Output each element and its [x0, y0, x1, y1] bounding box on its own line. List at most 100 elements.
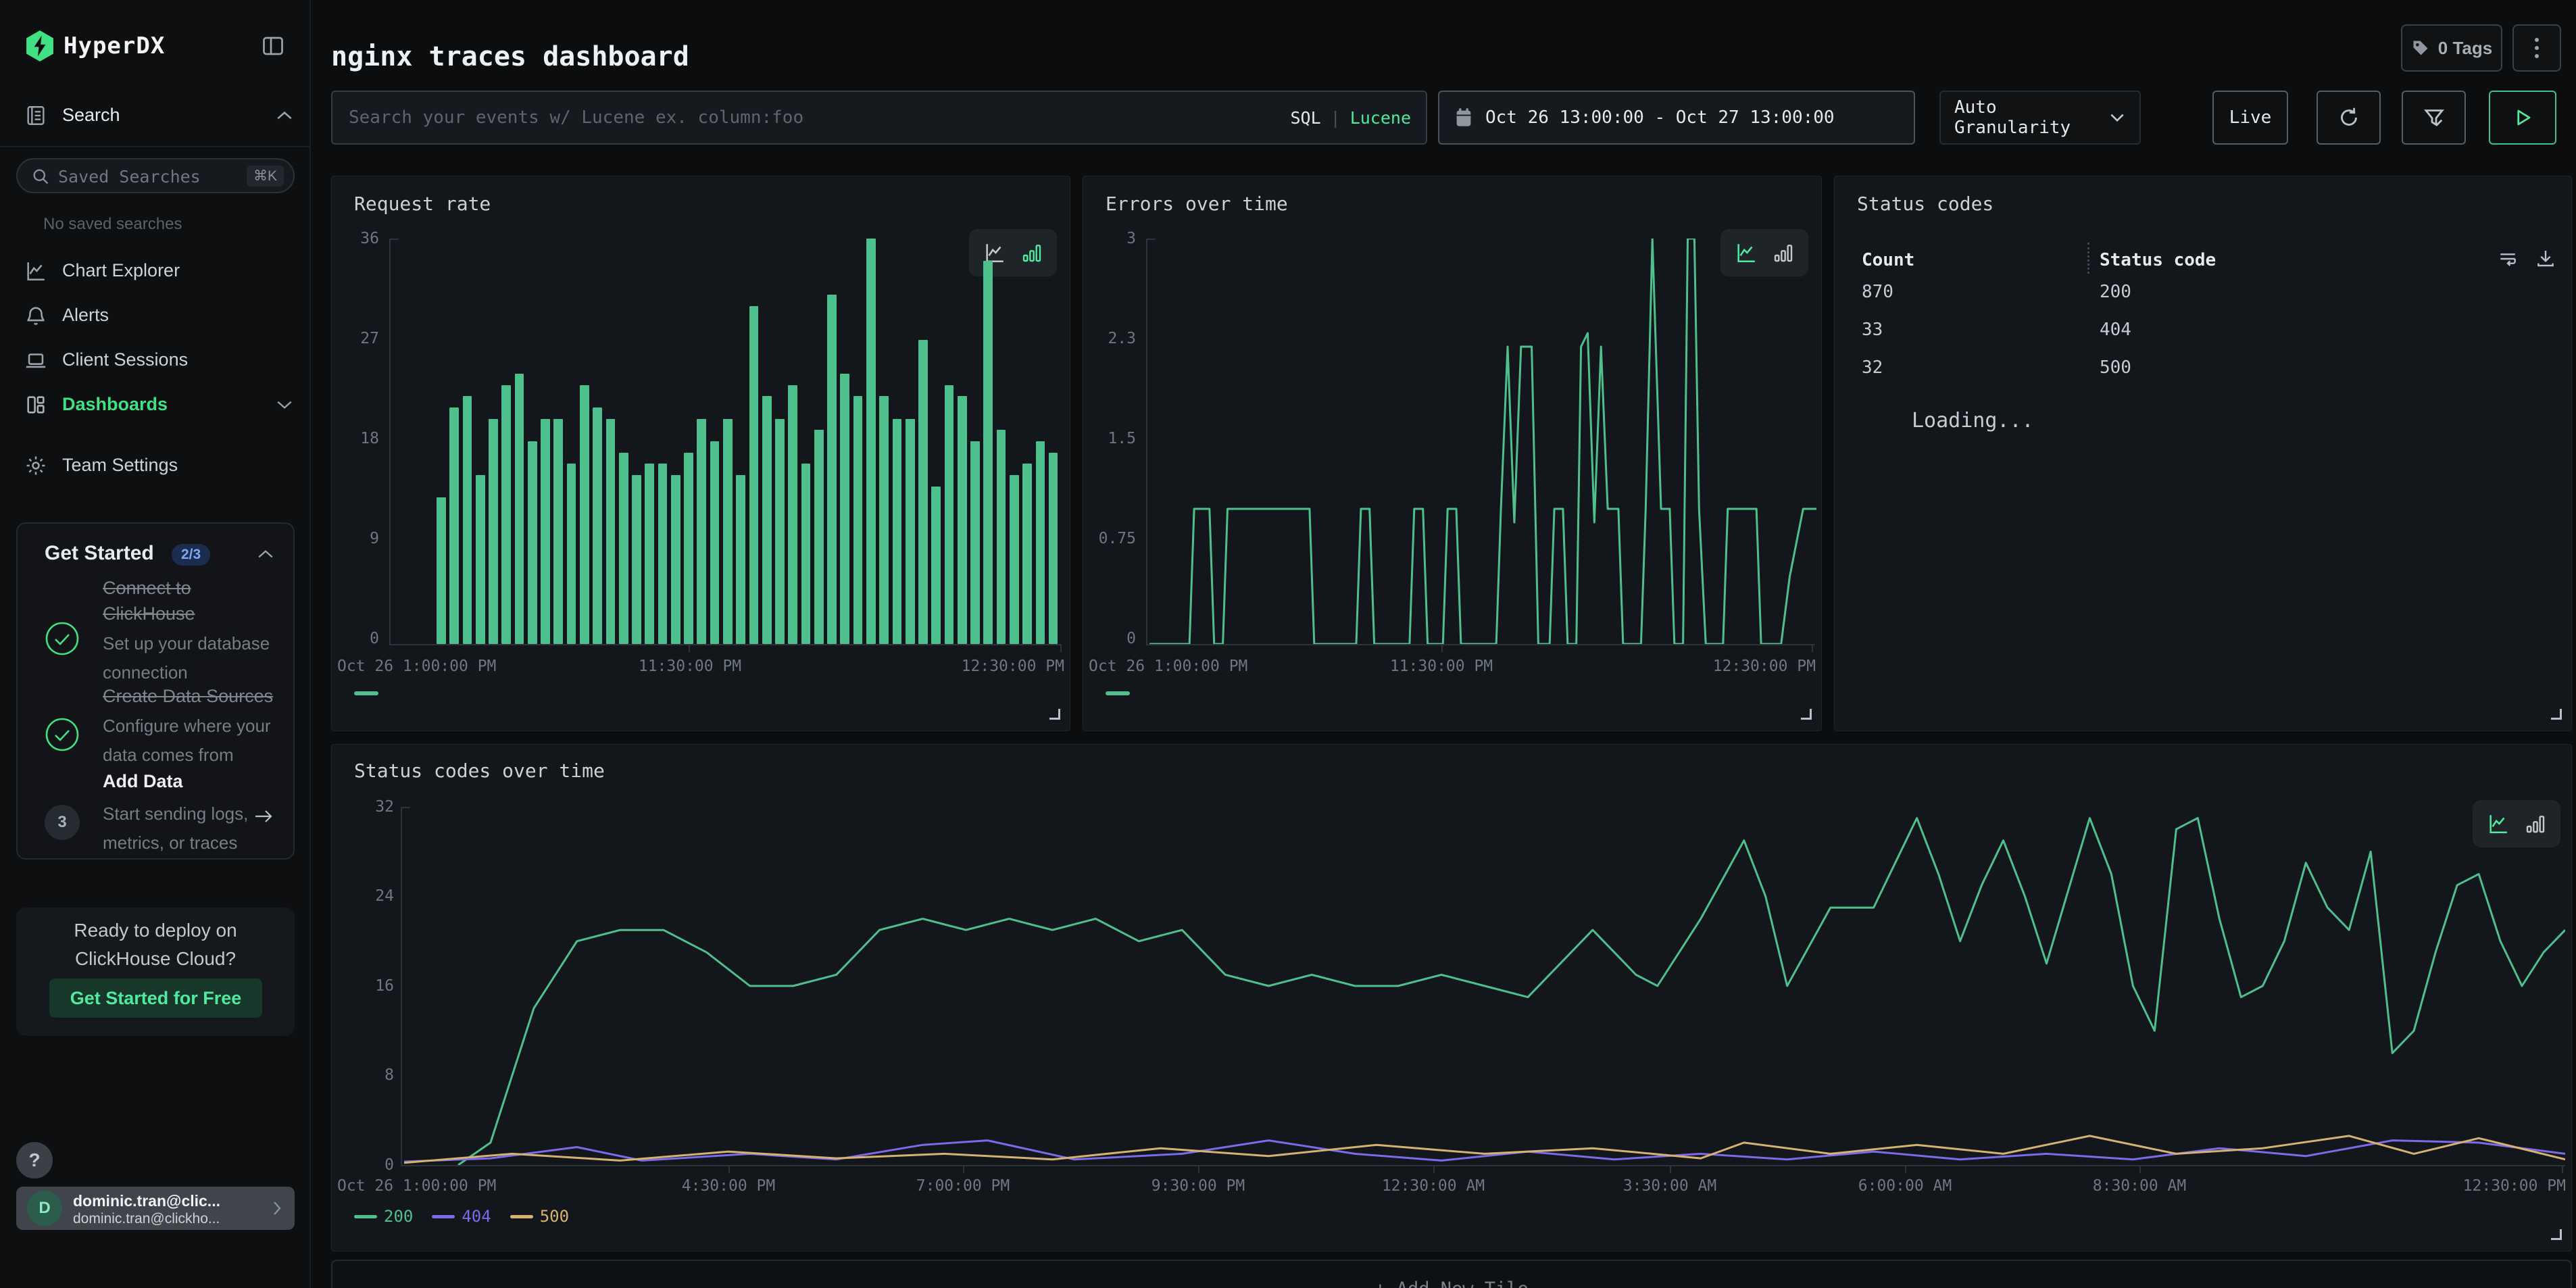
- request-rate-bar: [710, 441, 720, 644]
- legend-item-200[interactable]: 200: [354, 1207, 413, 1226]
- laptop-icon: [24, 349, 47, 372]
- run-query-button[interactable]: [2489, 91, 2556, 145]
- sidebar-collapse-icon[interactable]: [261, 34, 285, 58]
- tags-button[interactable]: 0 Tags: [2401, 24, 2502, 72]
- request-rate-bar: [437, 497, 446, 644]
- tag-icon: [2411, 39, 2430, 57]
- bell-icon: [24, 304, 47, 327]
- request-rate-bar: [697, 419, 706, 644]
- panel-request-rate: Request rate 36 27 18 9 0 Oct 26 1:00:00…: [331, 176, 1070, 731]
- kebab-icon: [2535, 46, 2539, 50]
- x-tick-mark: [689, 645, 690, 652]
- request-rate-bar: [983, 261, 993, 644]
- request-rate-bar: [567, 464, 576, 644]
- legend-dash: [354, 691, 378, 695]
- panel-title: Status codes over time: [354, 760, 605, 782]
- x-tick-label: 8:30:00 AM: [2093, 1177, 2186, 1195]
- get-started-card: Get Started 2/3 Connect toClickHouse Set…: [16, 522, 295, 860]
- more-menu-button[interactable]: [2512, 24, 2561, 72]
- event-search-input[interactable]: [332, 92, 1426, 143]
- request-rate-bar: [541, 419, 550, 644]
- sidebar-item-dashboards[interactable]: Dashboards: [0, 388, 311, 426]
- step-title[interactable]: Add Data: [103, 771, 183, 792]
- legend-dash: [1106, 691, 1130, 695]
- resize-handle[interactable]: [1801, 709, 1812, 720]
- sidebar-item-client-sessions[interactable]: Client Sessions: [0, 343, 311, 381]
- date-range-picker[interactable]: Oct 26 13:00:00 - Oct 27 13:00:00: [1438, 91, 1915, 145]
- request-rate-bar: [918, 340, 928, 644]
- progress-badge: 2/3: [172, 544, 210, 566]
- sidebar-item-chart-explorer[interactable]: Chart Explorer: [0, 254, 311, 292]
- x-tick-label: 6:00:00 AM: [1858, 1177, 1952, 1195]
- panel-title: Request rate: [354, 193, 491, 215]
- x-axis: [1146, 644, 1815, 645]
- download-icon[interactable]: [2535, 248, 2556, 270]
- chevron-down-icon: [2108, 112, 2126, 124]
- request-rate-bar: [775, 419, 785, 644]
- text-wrap-icon[interactable]: [2497, 248, 2519, 270]
- sidebar-item-alerts[interactable]: Alerts: [0, 299, 311, 337]
- sql-mode-toggle[interactable]: SQL: [1290, 108, 1320, 128]
- filter-icon: [2422, 105, 2446, 130]
- user-menu[interactable]: D dominic.tran@clic... dominic.tran@clic…: [16, 1187, 295, 1230]
- x-tick-mark: [2562, 1166, 2563, 1173]
- resize-handle[interactable]: [2551, 1229, 2562, 1240]
- y-tick: 8: [332, 1066, 394, 1084]
- resize-handle[interactable]: [1049, 709, 1060, 720]
- step-title[interactable]: Create Data Sources: [103, 683, 273, 709]
- chevron-up-icon: [276, 109, 293, 122]
- x-tick-label: 12:30:00 PM: [962, 658, 1064, 675]
- legend-item-404[interactable]: 404: [432, 1207, 491, 1226]
- arrow-right-icon[interactable]: [253, 808, 274, 825]
- x-tick-label: 11:30:00 PM: [1390, 658, 1493, 675]
- request-rate-bar: [593, 407, 602, 644]
- y-tick: 0: [332, 1156, 394, 1174]
- step-desc: Start sending logs,metrics, or traces: [103, 799, 248, 858]
- request-rate-bar: [762, 396, 772, 644]
- date-range-value: Oct 26 13:00:00 - Oct 27 13:00:00: [1485, 107, 1835, 128]
- request-rate-bar: [449, 407, 459, 644]
- step-title[interactable]: Connect toClickHouse: [103, 575, 195, 626]
- chevron-right-icon: [272, 1200, 282, 1216]
- x-tick-mark: [728, 1166, 730, 1173]
- request-rate-bar: [736, 475, 745, 644]
- request-rate-bar: [671, 475, 680, 644]
- help-button[interactable]: ?: [16, 1142, 53, 1179]
- table-cell-code: 500: [2100, 357, 2131, 378]
- hyperdx-logo-icon: [24, 30, 55, 62]
- live-button[interactable]: Live: [2212, 91, 2288, 145]
- y-tick: 36: [332, 230, 379, 247]
- column-header-status-code[interactable]: Status code: [2100, 250, 2216, 270]
- x-tick-label: 12:30:00 PM: [1713, 658, 1816, 675]
- logs-icon: [24, 104, 47, 127]
- get-started-free-button[interactable]: Get Started for Free: [49, 979, 262, 1018]
- lucene-mode-toggle[interactable]: Lucene: [1350, 108, 1411, 128]
- refresh-button[interactable]: [2317, 91, 2381, 145]
- sidebar-item-search[interactable]: Search: [0, 103, 311, 143]
- request-rate-bar: [723, 419, 733, 644]
- x-tick-label: Oct 26 1:00:00 PM: [1089, 658, 1247, 675]
- x-tick-mark: [1905, 1166, 1906, 1173]
- resize-handle[interactable]: [2551, 709, 2562, 720]
- step-number: 3: [45, 805, 80, 840]
- y-tick: 9: [332, 530, 379, 547]
- sidebar-item-team-settings[interactable]: Team Settings: [0, 449, 311, 487]
- legend-item-500[interactable]: 500: [510, 1207, 569, 1226]
- column-header-count[interactable]: Count: [1862, 250, 1914, 270]
- step-desc: Configure where yourdata comes from: [103, 712, 271, 770]
- x-tick-mark: [1812, 645, 1813, 652]
- shortcut-badge: ⌘K: [247, 166, 284, 187]
- granularity-select[interactable]: Auto Granularity: [1939, 91, 2141, 145]
- chevron-up-icon[interactable]: [257, 548, 274, 560]
- sidebar-item-label: Alerts: [62, 305, 109, 326]
- y-axis: [401, 807, 402, 1166]
- series-line-errors: [1149, 239, 1816, 644]
- line-chart-icon: [24, 259, 47, 282]
- y-tick: 0: [1083, 630, 1136, 647]
- add-new-tile-button[interactable]: + Add New Tile: [331, 1260, 2572, 1288]
- filter-button[interactable]: [2402, 91, 2466, 145]
- dashboards-icon: [24, 393, 47, 416]
- saved-searches-input[interactable]: Saved Searches ⌘K: [16, 158, 295, 193]
- table-cell-count: 32: [1862, 357, 1883, 378]
- column-divider[interactable]: [2087, 243, 2089, 274]
